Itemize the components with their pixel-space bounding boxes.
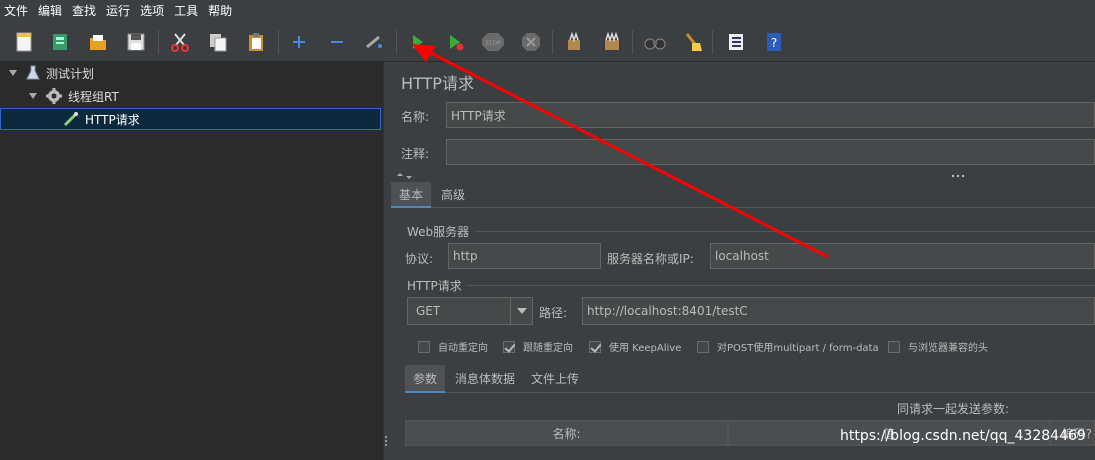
watermark: https://blog.csdn.net/qq_43284469 xyxy=(840,428,1086,444)
annotation-arrow xyxy=(412,44,829,259)
